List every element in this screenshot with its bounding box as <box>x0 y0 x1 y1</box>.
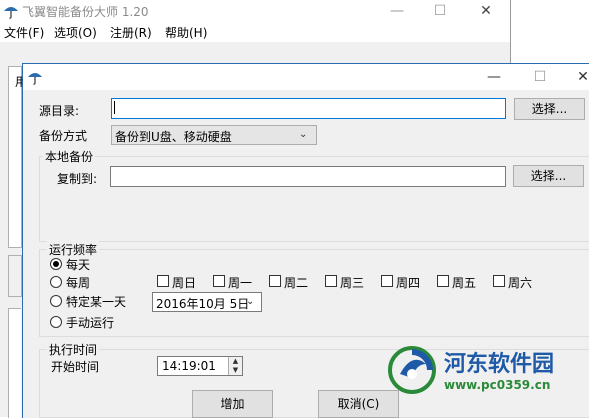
main-window-title: 飞翼智能备份大师 1.20 <box>22 5 149 19</box>
dialog-minimize-button[interactable]: — <box>474 66 514 88</box>
spin-up-icon[interactable]: ▲ <box>229 357 242 365</box>
local-backup-group-title: 本地备份 <box>43 148 96 165</box>
radio-specific-day-label: 特定某一天 <box>66 295 127 309</box>
source-dir-input[interactable] <box>111 98 506 119</box>
checkbox-thursday-label: 周四 <box>396 276 421 290</box>
source-dir-label: 源目录: <box>39 104 80 118</box>
checkbox-box <box>213 275 225 287</box>
start-time-label: 开始时间 <box>51 360 100 374</box>
backup-mode-label: 备份方式 <box>39 129 88 143</box>
checkbox-box <box>325 275 337 287</box>
radio-selected-dot <box>53 261 59 267</box>
radio-circle <box>50 295 62 307</box>
watermark: 河东软件园 www.pc0359.cn <box>384 344 589 417</box>
source-browse-button[interactable]: 选择... <box>514 98 585 120</box>
checkbox-monday-label: 周一 <box>228 276 253 290</box>
copy-to-input[interactable] <box>110 166 506 187</box>
copy-to-browse-button[interactable]: 选择... <box>513 165 584 187</box>
checkbox-wednesday-label: 周三 <box>340 276 365 290</box>
checkbox-friday-label: 周五 <box>452 276 477 290</box>
main-minimize-button[interactable]: — <box>377 0 417 22</box>
umbrella-app-icon <box>3 3 19 19</box>
exec-time-group-title: 执行时间 <box>47 341 100 358</box>
menu-help[interactable]: 帮助(H) <box>165 24 207 41</box>
chevron-down-icon: ⌄ <box>246 296 255 307</box>
checkbox-box <box>269 275 281 287</box>
checkbox-saturday-label: 周六 <box>508 276 533 290</box>
main-log-panel <box>8 308 21 418</box>
spinner-buttons: ▲ ▼ <box>228 357 242 375</box>
checkbox-box <box>493 275 505 287</box>
checkbox-box <box>157 275 169 287</box>
dialog-titlebar: — ☐ ✕ <box>23 64 589 90</box>
menu-options[interactable]: 选项(O) <box>54 24 97 41</box>
text-caret <box>114 101 115 114</box>
radio-circle <box>50 258 62 270</box>
watermark-logo-icon <box>386 344 438 396</box>
checkbox-box <box>437 275 449 287</box>
watermark-text: 河东软件园 <box>444 351 555 377</box>
main-list-panel: 用 <box>8 66 27 248</box>
checkbox-sunday-label: 周日 <box>172 276 197 290</box>
radio-circle <box>50 276 62 288</box>
start-time-value: 14:19:01 <box>162 359 216 373</box>
dialog-maximize-button[interactable]: ☐ <box>520 66 560 88</box>
dialog-close-button[interactable]: ✕ <box>563 66 589 88</box>
checkbox-box <box>381 275 393 287</box>
start-time-spinner[interactable]: 14:19:01 ▲ ▼ <box>157 356 243 376</box>
main-menubar: 文件(F) 选项(O) 注册(R) 帮助(H) <box>0 22 510 42</box>
main-maximize-button[interactable]: ☐ <box>420 0 460 22</box>
menu-register[interactable]: 注册(R) <box>110 24 152 41</box>
specific-date-value: 2016年10月 5日 <box>156 297 250 311</box>
radio-manual-label: 手动运行 <box>66 316 115 330</box>
main-toolbar-panel <box>8 255 22 297</box>
backup-mode-value: 备份到U盘、移动硬盘 <box>115 130 232 144</box>
add-button[interactable]: 增加 <box>192 390 273 418</box>
radio-weekly-label: 每周 <box>66 276 91 290</box>
chevron-down-icon: ⌄ <box>299 129 308 140</box>
radio-circle <box>50 316 62 328</box>
main-titlebar: 飞翼智能备份大师 1.20 — ☐ ✕ <box>0 0 510 22</box>
specific-date-picker[interactable]: 2016年10月 5日 ⌄ <box>152 292 262 312</box>
checkbox-tuesday-label: 周二 <box>284 276 309 290</box>
spin-down-icon[interactable]: ▼ <box>229 366 242 374</box>
umbrella-app-icon <box>27 69 43 85</box>
watermark-url: www.pc0359.cn <box>444 378 551 392</box>
menu-file[interactable]: 文件(F) <box>4 24 44 41</box>
copy-to-label: 复制到: <box>57 172 98 186</box>
radio-daily-label: 每天 <box>66 258 91 272</box>
main-close-button[interactable]: ✕ <box>466 0 506 22</box>
backup-mode-select[interactable]: 备份到U盘、移动硬盘 ⌄ <box>111 125 317 145</box>
